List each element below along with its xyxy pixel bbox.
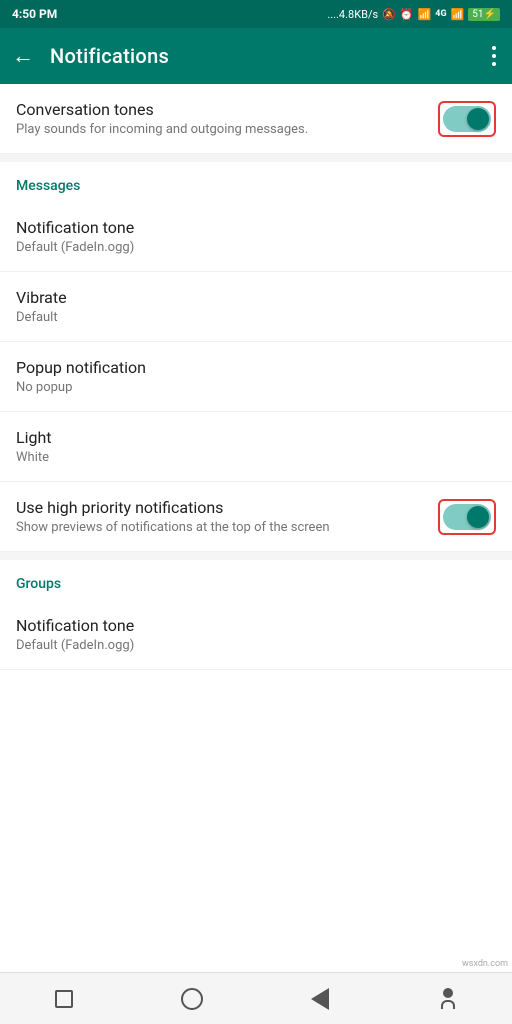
setting-subtitle: No popup	[16, 380, 496, 395]
setting-light[interactable]: Light White	[0, 412, 512, 482]
page-title: Notifications	[50, 44, 488, 68]
setting-high-priority[interactable]: Use high priority notifications Show pre…	[0, 482, 512, 552]
setting-subtitle: Default (FadeIn.ogg)	[16, 240, 496, 255]
section-divider-groups	[0, 552, 512, 560]
signal-icon: 📶	[418, 8, 432, 21]
section-divider	[0, 154, 512, 162]
nav-recent-apps[interactable]	[0, 973, 128, 1024]
setting-vibrate[interactable]: Vibrate Default	[0, 272, 512, 342]
setting-text: Vibrate Default	[16, 288, 496, 325]
conversation-tones-toggle[interactable]	[443, 106, 491, 132]
setting-title: Popup notification	[16, 358, 496, 377]
setting-subtitle: Default (FadeIn.ogg)	[16, 638, 496, 653]
toggle-thumb	[467, 506, 489, 528]
setting-text: Notification tone Default (FadeIn.ogg)	[16, 218, 496, 255]
watermark: wsxdn.com	[462, 959, 508, 969]
status-bar: 4:50 PM ....4.8KB/s 🔕 ⏰ 📶 4G 📶 51 ⚡	[0, 0, 512, 28]
nav-person[interactable]	[384, 973, 512, 1024]
setting-text: Popup notification No popup	[16, 358, 496, 395]
menu-dot	[492, 46, 496, 50]
alarm-icon: ⏰	[400, 8, 414, 21]
person-body	[441, 1000, 455, 1009]
conversation-tones-toggle-wrapper	[438, 101, 496, 137]
high-priority-toggle-wrapper	[438, 499, 496, 535]
setting-subtitle: Default	[16, 310, 496, 325]
setting-text: Use high priority notifications Show pre…	[16, 498, 438, 535]
home-icon	[181, 988, 203, 1010]
status-icons: ....4.8KB/s 🔕 ⏰ 📶 4G 📶 51 ⚡	[327, 8, 500, 21]
back-button[interactable]: ←	[12, 43, 34, 69]
menu-dot	[492, 54, 496, 58]
setting-title: Notification tone	[16, 218, 496, 237]
setting-title: Light	[16, 428, 496, 447]
app-bar: ← Notifications	[0, 28, 512, 84]
messages-section-header: Messages	[0, 162, 512, 202]
setting-title: Notification tone	[16, 616, 496, 635]
battery-icon: 51 ⚡	[468, 8, 500, 21]
setting-title: Use high priority notifications	[16, 498, 438, 517]
settings-content: Conversation tones Play sounds for incom…	[0, 84, 512, 722]
person-icon	[441, 988, 455, 1009]
setting-text: Conversation tones Play sounds for incom…	[16, 100, 438, 137]
menu-dot	[492, 62, 496, 66]
setting-groups-notification-tone[interactable]: Notification tone Default (FadeIn.ogg)	[0, 600, 512, 670]
nav-home[interactable]	[128, 973, 256, 1024]
nav-back[interactable]	[256, 973, 384, 1024]
setting-notification-tone[interactable]: Notification tone Default (FadeIn.ogg)	[0, 202, 512, 272]
network-speed: ....4.8KB/s	[327, 8, 378, 21]
setting-title: Conversation tones	[16, 100, 438, 119]
high-priority-toggle[interactable]	[443, 504, 491, 530]
setting-popup-notification[interactable]: Popup notification No popup	[0, 342, 512, 412]
person-head	[443, 988, 453, 998]
setting-subtitle: Play sounds for incoming and outgoing me…	[16, 122, 438, 137]
back-icon	[311, 988, 329, 1010]
overflow-menu-button[interactable]	[488, 42, 500, 70]
bottom-nav	[0, 972, 512, 1024]
silent-icon: 🔕	[382, 8, 396, 21]
setting-title: Vibrate	[16, 288, 496, 307]
setting-conversation-tones[interactable]: Conversation tones Play sounds for incom…	[0, 84, 512, 154]
setting-subtitle: Show previews of notifications at the to…	[16, 520, 438, 535]
status-time: 4:50 PM	[12, 7, 57, 21]
lte-icon: 4G	[435, 9, 446, 19]
setting-text: Light White	[16, 428, 496, 465]
groups-section-header: Groups	[0, 560, 512, 600]
setting-text: Notification tone Default (FadeIn.ogg)	[16, 616, 496, 653]
recent-apps-icon	[55, 990, 73, 1008]
setting-subtitle: White	[16, 450, 496, 465]
signal-icon2: 📶	[451, 8, 465, 21]
toggle-thumb	[467, 108, 489, 130]
